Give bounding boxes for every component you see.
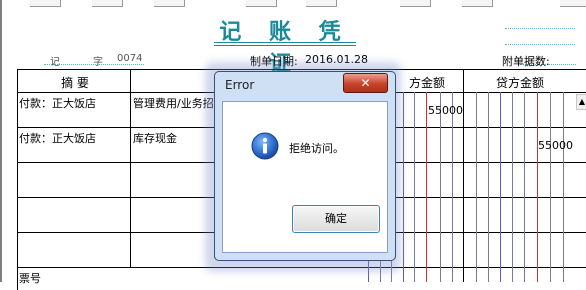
toolbar-button[interactable]	[560, 0, 586, 7]
amount-grid-line	[500, 92, 501, 282]
toolbar-button[interactable]	[92, 0, 123, 7]
toolbar-button[interactable]	[400, 0, 431, 7]
dialog-message: 拒绝访问。	[289, 142, 344, 155]
toolbar-button[interactable]	[306, 0, 337, 7]
ok-button[interactable]: 确定	[292, 205, 380, 233]
header-debit: 方金额	[408, 76, 445, 90]
voucher-word-label: 记	[50, 57, 60, 68]
close-button[interactable]: ✕	[343, 73, 388, 93]
amount-grid-line	[563, 92, 564, 282]
voucher-no-label: 字	[93, 57, 103, 68]
toolbar-button[interactable]	[462, 0, 493, 7]
row-summary[interactable]: 付款：正大饭店	[19, 95, 127, 111]
toolbar-strip	[0, 0, 586, 7]
error-dialog: Error ✕ 拒绝访问。 确定	[214, 71, 396, 261]
amount-grid-line	[537, 92, 538, 282]
scroll-up-arrow[interactable]: ▲	[576, 94, 586, 110]
info-icon	[251, 132, 279, 160]
title-underline	[214, 42, 356, 43]
dialog-titlebar[interactable]: Error ✕	[215, 72, 395, 96]
amount-grid-line	[426, 92, 427, 282]
amount-grid-line	[524, 92, 525, 282]
amount-grid-line	[550, 92, 551, 282]
toolbar-button[interactable]	[30, 0, 61, 7]
row-summary[interactable]: 付款：正大饭店	[19, 130, 127, 146]
column-divider	[463, 69, 464, 282]
header-credit: 贷方金额	[495, 76, 544, 90]
amount-grid-line	[512, 92, 513, 282]
row-debit-amount[interactable]: 55000	[427, 104, 463, 117]
amount-grid-line	[452, 92, 453, 282]
amount-grid-line	[440, 92, 441, 282]
notes-label: 票号	[19, 272, 41, 285]
title-underline	[214, 45, 356, 46]
header-summary: 摘 要	[61, 76, 89, 90]
dialog-title: Error	[225, 78, 255, 92]
dialog-body: 拒绝访问。 确定	[222, 101, 388, 253]
row-credit-amount[interactable]: 55000	[538, 139, 586, 152]
row-account[interactable]: 库存现金	[133, 130, 213, 146]
voucher-number[interactable]: 0074	[117, 53, 142, 64]
amount-grid-line	[476, 92, 477, 282]
amount-grid-line	[403, 92, 404, 282]
amount-grid-line	[414, 92, 415, 282]
window-left-border	[0, 0, 2, 282]
attachments-label: 附单据数:	[502, 55, 550, 68]
voucher-title: 记 账 凭 证	[219, 19, 351, 77]
row-account[interactable]: 管理费用/业务招	[133, 95, 213, 111]
amount-grid-line	[488, 92, 489, 282]
dotted-field	[505, 28, 575, 29]
column-divider	[130, 69, 131, 267]
dotted-field	[505, 44, 575, 45]
toolbar-button[interactable]	[246, 0, 277, 7]
toolbar-button[interactable]	[154, 0, 185, 7]
